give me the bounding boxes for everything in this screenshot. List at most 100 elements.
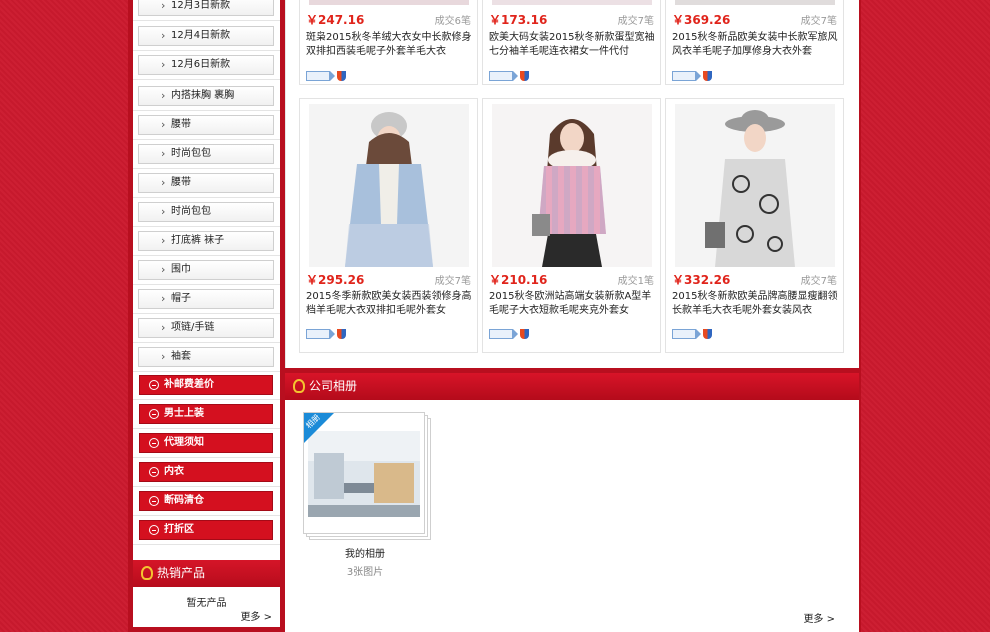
chevron-right-icon: › (161, 350, 166, 363)
wholesale-tag-icon (306, 71, 330, 81)
product-photo-graphic (675, 104, 835, 267)
wholesale-tag-icon (306, 329, 330, 339)
wholesale-tag-icon (672, 329, 696, 339)
sidebar-item-highlight[interactable]: 打折区 (133, 516, 280, 545)
product-photo-graphic (492, 104, 652, 267)
sidebar-item[interactable]: › 项链/手链 (133, 314, 280, 343)
chevron-right-icon: › (161, 118, 166, 131)
shield-icon (337, 71, 346, 81)
product-title[interactable]: 2015冬季新款欧美女装西装领修身高档羊毛呢大衣双排扣毛呢外套女 (306, 290, 474, 318)
section-icon (141, 566, 153, 580)
product-tags (489, 327, 529, 340)
product-title[interactable]: 2015秋冬新品欧美女装中长款军旅风风衣羊毛呢子加厚修身大衣外套 (672, 31, 840, 59)
product-price: ￥247.16 (306, 13, 365, 27)
collapse-icon (149, 467, 159, 477)
chevron-right-icon: › (161, 89, 166, 102)
arrow-icon (696, 71, 701, 81)
product-card[interactable]: ￥295.26 成交7笔 2015冬季新款欧美女装西装领修身高档羊毛呢大衣双排扣… (299, 98, 478, 353)
section-icon (293, 379, 305, 393)
product-card[interactable]: ￥369.26 成交7笔 2015秋冬新品欧美女装中长款军旅风风衣羊毛呢子加厚修… (665, 0, 844, 85)
chevron-right-icon: › (161, 176, 166, 189)
collapse-icon (149, 525, 159, 535)
product-sold: 成交7笔 (617, 16, 654, 27)
sidebar-item-highlight[interactable]: 补邮费差价 (133, 371, 280, 400)
more-link[interactable]: 更多 > (803, 610, 835, 625)
product-image[interactable] (492, 104, 652, 267)
shield-icon (703, 329, 712, 339)
album-section-header: 公司相册 (285, 373, 859, 400)
chevron-right-icon: › (161, 29, 166, 42)
product-image[interactable] (309, 104, 469, 267)
product-image[interactable] (675, 104, 835, 267)
product-card[interactable]: ￥247.16 成交6笔 斑枭2015秋冬羊绒大衣女中长款修身双排扣西装毛呢子外… (299, 0, 478, 85)
sidebar-item[interactable]: › 腰带 (133, 111, 280, 140)
arrow-icon (330, 329, 335, 339)
sidebar-item[interactable]: › 帽子 (133, 285, 280, 314)
product-price: ￥369.26 (672, 13, 731, 27)
product-sold: 成交7笔 (800, 16, 837, 27)
product-tags (672, 327, 712, 340)
sidebar-item[interactable]: › 打底裤 袜子 (133, 227, 280, 256)
album-count: 3张图片 (346, 567, 384, 578)
product-image[interactable] (675, 0, 835, 5)
product-price: ￥295.26 (306, 273, 365, 287)
product-sold: 成交1笔 (617, 276, 654, 287)
product-tags (489, 69, 529, 82)
product-title[interactable]: 2015秋冬新款欧美品牌高腰显瘦翻领长款羊毛大衣毛呢外套女装风衣 (672, 290, 840, 318)
wholesale-tag-icon (672, 71, 696, 81)
product-title[interactable]: 欧美大码女装2015秋冬新款蛋型宽袖七分袖羊毛呢连衣裙女一件代付 (489, 31, 657, 59)
chevron-right-icon: › (161, 321, 166, 334)
album-name[interactable]: 我的相册 (303, 545, 427, 560)
wholesale-tag-icon (489, 329, 513, 339)
sidebar-item[interactable]: › 12月3日新款 (133, 0, 280, 21)
hot-products-panel: 暂无产品 更多 > (133, 587, 280, 627)
hot-products-header: 热销产品 (133, 560, 280, 587)
album-card[interactable]: 相册 (303, 412, 431, 540)
product-sold: 成交7笔 (434, 276, 471, 287)
chevron-right-icon: › (161, 292, 166, 305)
arrow-icon (330, 71, 335, 81)
product-price: ￥210.16 (489, 273, 548, 287)
sidebar-item-highlight[interactable]: 内衣 (133, 458, 280, 487)
arrow-icon (513, 71, 518, 81)
collapse-icon (149, 496, 159, 506)
empty-message: 暂无产品 (186, 598, 227, 609)
more-link[interactable]: 更多 > (240, 608, 272, 623)
product-title[interactable]: 2015秋冬欧洲站高端女装新款A型羊毛呢子大衣短款毛呢夹克外套女 (489, 290, 657, 318)
page-wrapper: › 12月3日新款 › 12月4日新款 › 12月6日新款 › 内搭抹胸 裹胸 › 腰带 … (128, 0, 861, 632)
sidebar-item[interactable]: › 围巾 (133, 256, 280, 285)
sidebar-item-highlight[interactable]: 男士上装 (133, 400, 280, 429)
chevron-right-icon: › (161, 263, 166, 276)
product-image[interactable] (492, 0, 652, 5)
product-card[interactable]: ￥210.16 成交1笔 2015秋冬欧洲站高端女装新款A型羊毛呢子大衣短款毛呢… (482, 98, 661, 353)
chevron-right-icon: › (161, 58, 166, 71)
product-photo-graphic (309, 104, 469, 267)
sidebar-item[interactable]: › 12月4日新款 (133, 22, 280, 51)
sidebar-item[interactable]: › 12月6日新款 (133, 51, 280, 80)
arrow-icon (696, 329, 701, 339)
wholesale-tag-icon (489, 71, 513, 81)
album-cover[interactable]: 相册 (303, 412, 425, 534)
sidebar-item[interactable]: › 时尚包包 (133, 198, 280, 227)
shield-icon (520, 71, 529, 81)
product-title[interactable]: 斑枭2015秋冬羊绒大衣女中长款修身双排扣西装毛呢子外套羊毛大衣 (306, 31, 474, 59)
shield-icon (337, 329, 346, 339)
product-card[interactable]: ￥332.26 成交7笔 2015秋冬新款欧美品牌高腰显瘦翻领长款羊毛大衣毛呢外… (665, 98, 844, 353)
category-sidebar: › 12月3日新款 › 12月4日新款 › 12月6日新款 › 内搭抹胸 裹胸 › 腰带 … (133, 0, 280, 560)
product-price: ￥332.26 (672, 273, 731, 287)
sidebar-item-highlight[interactable]: 代理须知 (133, 429, 280, 458)
collapse-icon (149, 409, 159, 419)
sidebar-item[interactable]: › 内搭抹胸 裹胸 (133, 82, 280, 111)
sidebar-item-highlight[interactable]: 断码清仓 (133, 487, 280, 516)
product-grid: ￥247.16 成交6笔 斑枭2015秋冬羊绒大衣女中长款修身双排扣西装毛呢子外… (285, 0, 859, 368)
sidebar-item[interactable]: › 时尚包包 (133, 140, 280, 169)
sidebar-item[interactable]: › 腰带 (133, 169, 280, 198)
chevron-right-icon: › (161, 205, 166, 218)
chevron-right-icon: › (161, 0, 166, 12)
product-card[interactable]: ￥173.16 成交7笔 欧美大码女装2015秋冬新款蛋型宽袖七分袖羊毛呢连衣裙… (482, 0, 661, 85)
product-sold: 成交6笔 (434, 16, 471, 27)
product-image[interactable] (309, 0, 469, 5)
sidebar-item[interactable]: › 袖套 (133, 343, 280, 372)
arrow-icon (513, 329, 518, 339)
product-sold: 成交7笔 (800, 276, 837, 287)
